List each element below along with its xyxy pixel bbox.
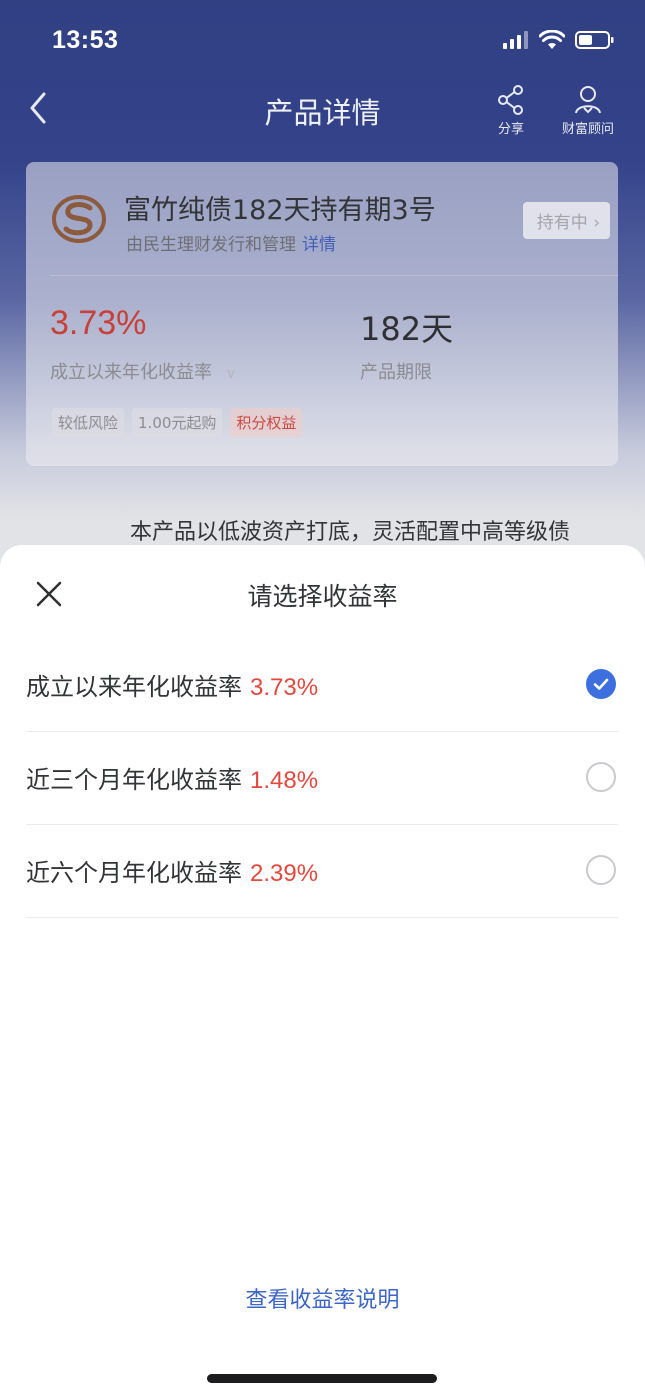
home-indicator — [207, 1374, 437, 1383]
option-label-text: 成立以来年化收益率 — [26, 673, 242, 701]
radio-empty-icon[interactable] — [586, 762, 616, 792]
chevron-down-icon: ∨ — [225, 366, 236, 382]
product-rate: 3.73% — [50, 304, 147, 342]
status-time: 13:53 — [52, 26, 119, 54]
product-name: 富竹纯债182天持有期3号 — [124, 195, 436, 226]
rate-label[interactable]: 成立以来年化收益率 ∨ — [50, 358, 236, 384]
page-title: 产品详情 — [264, 96, 381, 130]
rate-explanation-link[interactable]: 查看收益率说明 — [0, 1282, 645, 1314]
status-icons — [503, 30, 615, 50]
share-label: 分享 — [497, 122, 524, 137]
card-divider — [50, 275, 618, 276]
product-card[interactable]: 富竹纯债182天持有期3号 由民生理财发行和管理 详情 持有中 › 3.73% 成… — [26, 162, 618, 466]
signal-icon — [503, 31, 528, 49]
rate-option-3-months[interactable]: 近三个月年化收益率 1.48% — [26, 732, 618, 825]
option-label: 近六个月年化收益率 2.39% — [26, 853, 318, 888]
risk-tag: 较低风险 — [52, 408, 125, 437]
rate-label-text: 成立以来年化收益率 — [50, 362, 212, 383]
issuer-line: 由民生理财发行和管理 详情 — [126, 230, 336, 255]
rate-option-6-months[interactable]: 近六个月年化收益率 2.39% — [26, 825, 618, 918]
option-value: 3.73% — [250, 674, 319, 701]
share-icon — [498, 85, 523, 115]
issuer-logo-icon — [52, 195, 106, 243]
option-label: 近三个月年化收益率 1.48% — [26, 760, 318, 795]
term-label: 产品期限 — [360, 362, 432, 383]
status-badge-text: 持有中 — [536, 213, 588, 233]
min-purchase-tag: 1.00元起购 — [132, 408, 223, 437]
option-label-text: 近六个月年化收益率 — [26, 859, 242, 887]
option-value: 1.48% — [250, 767, 319, 794]
issuer-text: 由民生理财发行和管理 — [126, 235, 296, 255]
option-value: 2.39% — [250, 860, 319, 887]
holding-status-badge[interactable]: 持有中 › — [522, 202, 610, 239]
person-icon — [575, 86, 601, 114]
wifi-icon — [539, 30, 565, 49]
option-label: 成立以来年化收益率 3.73% — [26, 667, 318, 702]
chevron-right-icon: › — [593, 213, 600, 233]
rate-option-since-inception[interactable]: 成立以来年化收益率 3.73% — [26, 639, 618, 732]
product-term: 182天 — [360, 310, 454, 348]
rate-selector-sheet: 请选择收益率 成立以来年化收益率 3.73% 近三个月年化收益率 1.48% 近六个… — [0, 545, 645, 1394]
product-description: 本产品以低波资产打底，灵活配置中高等级债 — [130, 520, 571, 545]
advisor-button[interactable]: 财富顾问 — [553, 84, 623, 137]
check-circle-icon[interactable] — [586, 669, 616, 699]
radio-empty-icon[interactable] — [586, 855, 616, 885]
sheet-title: 请选择收益率 — [247, 582, 398, 611]
points-tag: 积分权益 — [230, 408, 303, 437]
advisor-label: 财富顾问 — [561, 122, 614, 137]
detail-link[interactable]: 详情 — [302, 235, 336, 255]
option-label-text: 近三个月年化收益率 — [26, 766, 242, 794]
share-button[interactable]: 分享 — [476, 84, 546, 137]
screen: 13:53 产品详情 分享 财富顾问 富竹纯债182天持有期3号 由民生理财发行… — [0, 0, 645, 1394]
battery-icon — [575, 31, 614, 49]
product-tags: 较低风险 1.00元起购 积分权益 — [52, 408, 303, 437]
